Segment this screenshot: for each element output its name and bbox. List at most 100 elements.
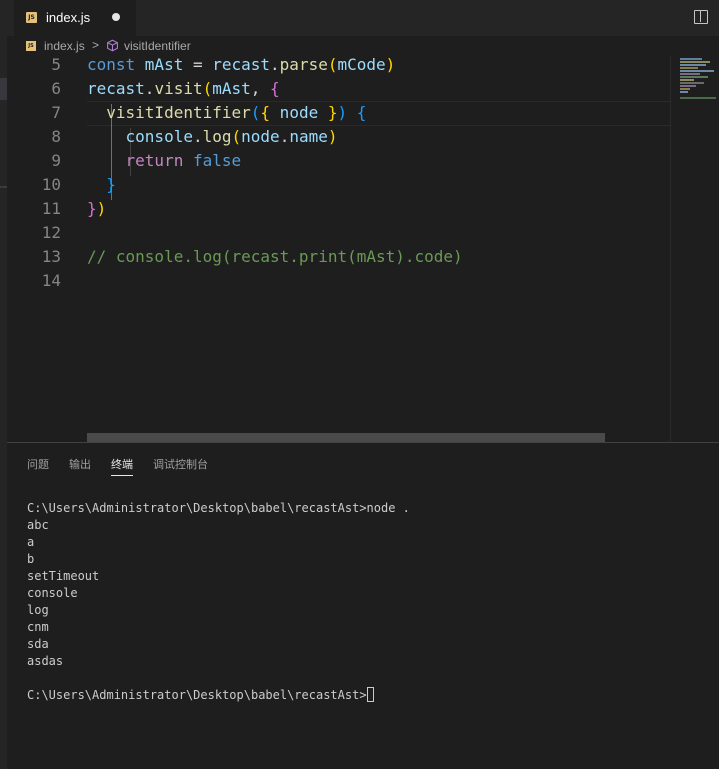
code-token: . [144, 79, 155, 98]
code-token: node [241, 127, 280, 146]
code-token: . [192, 127, 203, 146]
code-token: recast [212, 56, 271, 74]
code-line[interactable]: 13 // console.log(recast.print(mAst).code… [7, 245, 670, 269]
tab-index-js[interactable]: JS index.js [14, 0, 136, 36]
tab-debug-console[interactable]: 调试控制台 [153, 456, 208, 472]
code-token: ) [327, 127, 338, 146]
terminal-line: a [27, 535, 35, 549]
breadcrumb-symbol[interactable]: visitIdentifier [124, 39, 191, 53]
code-token: } [87, 199, 97, 218]
code-token: mAst [144, 56, 184, 74]
javascript-file-icon: JS [26, 41, 36, 51]
code-token: , [250, 79, 271, 98]
tab-terminal[interactable]: 终端 [111, 456, 133, 476]
code-line[interactable]: 7 visitIdentifier({ node }) { [7, 101, 670, 125]
code-token: mAst [212, 79, 251, 98]
code-token: visit [154, 79, 203, 98]
minimap-line [680, 61, 710, 63]
code-text: console.log(node.name) [87, 125, 338, 149]
line-number: 11 [41, 199, 61, 218]
activity-bar-divider [0, 186, 7, 188]
code-token: = [183, 56, 213, 74]
code-line[interactable]: 5 const mAst = recast.parse(mCode) [7, 56, 670, 77]
code-text: const mAst = recast.parse(mCode) [87, 56, 395, 77]
code-token: mCode [337, 56, 386, 74]
terminal-line: abc [27, 518, 49, 532]
code-line[interactable]: 14 [7, 269, 670, 293]
bottom-panel: 问题 输出 终端 调试控制台 C:\Users\Administrator\De… [7, 442, 719, 769]
terminal-output[interactable]: C:\Users\Administrator\Desktop\babel\rec… [27, 500, 707, 704]
code-token: visitIdentifier [87, 103, 251, 122]
activity-bar-edge [0, 0, 7, 769]
line-number: 10 [41, 175, 61, 194]
code-token: . [270, 56, 280, 74]
tab-label: index.js [46, 10, 91, 25]
code-token: recast [87, 79, 145, 98]
code-text: } [87, 173, 116, 197]
code-token: false [192, 151, 242, 170]
terminal-line: log [27, 603, 49, 617]
code-token: ) [96, 199, 107, 218]
code-token: parse [279, 56, 328, 74]
minimap-line [680, 67, 698, 69]
code-text: visitIdentifier({ node }) { [87, 101, 366, 125]
editor-tab-bar: JS index.js [7, 0, 719, 36]
code-token: console [87, 127, 193, 146]
terminal-line: b [27, 552, 35, 566]
code-token: { [356, 103, 367, 122]
code-text: // console.log(recast.print(mAst).code) [87, 245, 463, 269]
code-text: }) [87, 197, 106, 221]
code-line[interactable]: 10 } [7, 173, 670, 197]
code-token: // console.log(recast.print(mAst).code) [87, 247, 463, 266]
code-line[interactable]: 12 [7, 221, 670, 245]
line-number: 13 [41, 247, 61, 266]
breadcrumb: JS index.js > visitIdentifier [7, 36, 719, 56]
breadcrumb-chevron-icon: > [92, 38, 100, 52]
breadcrumb-file[interactable]: index.js [44, 39, 85, 53]
terminal-prompt-line[interactable]: C:\Users\Administrator\Desktop\babel\rec… [27, 687, 707, 704]
code-line[interactable]: 8 console.log(node.name) [7, 125, 670, 149]
code-token: ) [337, 103, 348, 122]
line-number: 5 [51, 56, 61, 74]
minimap-line [680, 70, 714, 72]
code-line[interactable]: 9 return false [7, 149, 670, 173]
code-token: name [289, 127, 328, 146]
line-number: 7 [51, 103, 61, 122]
minimap[interactable] [670, 56, 719, 442]
split-editor-icon[interactable] [694, 10, 708, 24]
code-token: ( [202, 79, 213, 98]
terminal-line: C:\Users\Administrator\Desktop\babel\rec… [27, 501, 410, 515]
code-token: node [270, 103, 328, 122]
line-number: 6 [51, 79, 61, 98]
terminal-cursor [366, 687, 374, 702]
line-number: 9 [51, 151, 61, 170]
minimap-line [680, 91, 688, 93]
minimap-line [680, 79, 694, 81]
unsaved-changes-dot-icon[interactable] [112, 13, 120, 21]
code-line[interactable]: 11}) [7, 197, 670, 221]
terminal-line: asdas [27, 654, 64, 668]
tab-problems[interactable]: 问题 [27, 456, 49, 472]
terminal-line: cnm [27, 620, 49, 634]
horizontal-scrollbar[interactable] [87, 433, 605, 442]
code-token: { [260, 103, 271, 122]
code-editor[interactable]: 5 const mAst = recast.parse(mCode) 6 recast… [7, 56, 670, 442]
code-line[interactable]: 6 recast.visit(mAst, { [7, 77, 670, 101]
code-token: } [106, 175, 116, 194]
tab-output[interactable]: 输出 [69, 456, 91, 472]
minimap-line [680, 73, 700, 75]
code-token: log [202, 127, 232, 146]
code-token: return [87, 151, 193, 170]
code-text: return false [87, 149, 242, 173]
terminal-line: setTimeout [27, 569, 100, 583]
javascript-file-icon: JS [26, 12, 37, 23]
code-token: ) [385, 56, 396, 74]
code-token: const [87, 56, 145, 74]
minimap-line [680, 97, 716, 99]
line-number: 14 [41, 271, 61, 290]
activity-bar-selected-marker [0, 78, 7, 100]
line-number: 12 [41, 223, 61, 242]
minimap-line [680, 64, 706, 66]
